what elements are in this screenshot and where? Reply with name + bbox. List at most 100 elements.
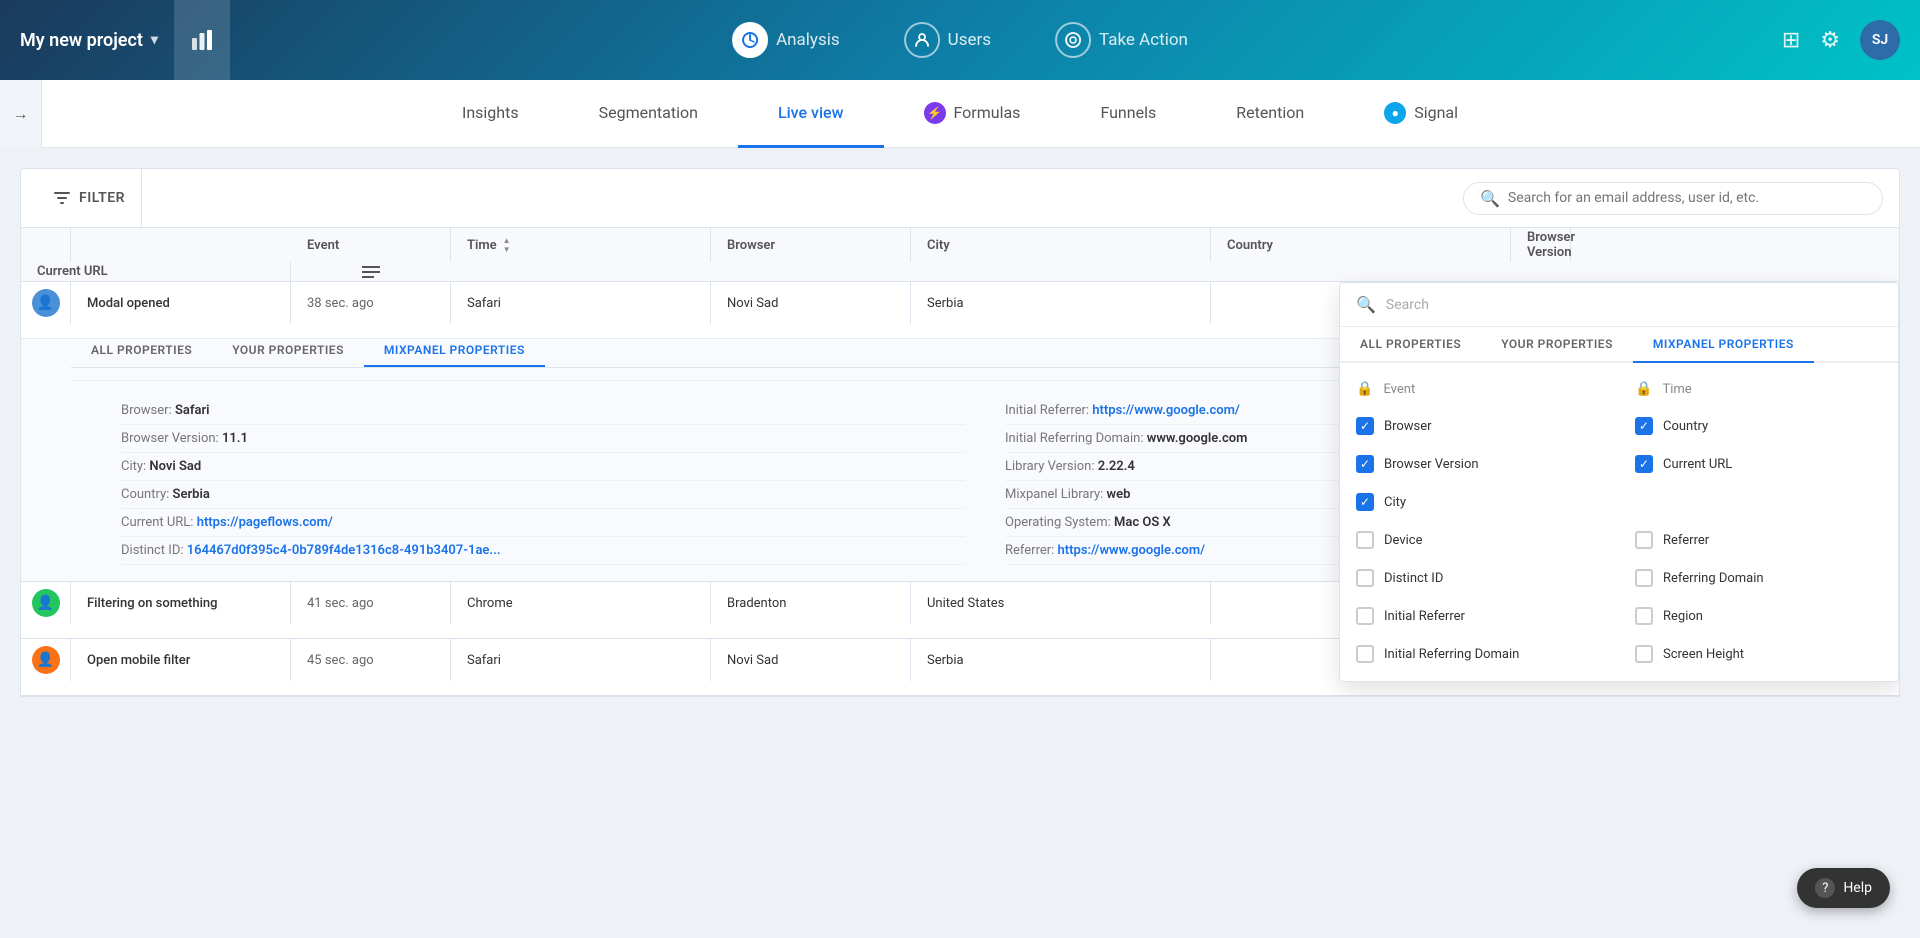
segmentation-label: Segmentation <box>599 103 698 122</box>
prop-city: City: Novi Sad <box>121 453 965 481</box>
col-picker-item-browser-version[interactable]: ✓ Browser Version <box>1340 445 1619 483</box>
nav-users[interactable]: Users <box>892 14 1003 66</box>
tab-live-view[interactable]: Live view <box>738 80 884 148</box>
nav-analysis[interactable]: Analysis <box>720 14 852 66</box>
prop-browser-version: Browser Version: 11.1 <box>121 425 965 453</box>
col-picker-item-initial-referring-domain[interactable]: Initial Referring Domain <box>1340 635 1619 673</box>
checkbox-initial-referrer[interactable] <box>1356 607 1374 625</box>
col-picker-item-city[interactable]: ✓ City <box>1340 483 1619 521</box>
users-label: Users <box>948 30 991 50</box>
col-picker-item-referrer[interactable]: Referrer <box>1619 521 1898 559</box>
td-browser-3: Safari <box>451 639 711 681</box>
search-input[interactable] <box>1508 190 1866 206</box>
filter-label: FILTER <box>79 190 125 206</box>
checkbox-device[interactable] <box>1356 531 1374 549</box>
col-picker-item-browser[interactable]: ✓ Browser <box>1340 407 1619 445</box>
td-city-3: Novi Sad <box>711 639 911 681</box>
signal-badge: ● <box>1384 102 1406 124</box>
checkbox-browser-version[interactable]: ✓ <box>1356 455 1374 473</box>
td-event-1: Modal opened <box>71 282 291 324</box>
analysis-icon <box>732 22 768 58</box>
take-action-icon <box>1055 22 1091 58</box>
user-avatar[interactable]: SJ <box>1860 20 1900 60</box>
tab-retention[interactable]: Retention <box>1196 80 1344 148</box>
td-event-3: Open mobile filter <box>71 639 291 681</box>
tab-formulas[interactable]: ⚡ Formulas <box>884 80 1061 148</box>
retention-label: Retention <box>1236 103 1304 122</box>
th-time: Time ▲▼ <box>451 228 711 262</box>
checkbox-distinct-id[interactable] <box>1356 569 1374 587</box>
checkbox-screen-height[interactable] <box>1635 645 1653 663</box>
col-picker-item-device[interactable]: Device <box>1340 521 1619 559</box>
tab-your-properties[interactable]: YOUR PROPERTIES <box>212 335 364 367</box>
col-picker-tab-all[interactable]: ALL PROPERTIES <box>1340 327 1481 361</box>
col-picker-tab-your[interactable]: YOUR PROPERTIES <box>1481 327 1633 361</box>
table-header: Event Time ▲▼ Browser City Country Brows… <box>21 228 1899 282</box>
tab-insights[interactable]: Insights <box>422 80 559 148</box>
users-icon <box>904 22 940 58</box>
col-picker-item-time: 🔒 Time <box>1619 371 1898 407</box>
row-avatar-2: 👤 <box>21 582 71 624</box>
prop-country: Country: Serbia <box>121 481 965 509</box>
checkbox-current-url[interactable]: ✓ <box>1635 455 1653 473</box>
td-col-picker-3 <box>21 681 71 695</box>
col-picker-tabs: ALL PROPERTIES YOUR PROPERTIES MIXPANEL … <box>1340 327 1898 363</box>
td-browser-1: Safari <box>451 282 711 324</box>
gear-icon[interactable]: ⚙ <box>1820 28 1840 53</box>
collapse-button[interactable]: → <box>0 80 42 148</box>
tab-segmentation[interactable]: Segmentation <box>559 80 738 148</box>
col-picker-item-distinct-id[interactable]: Distinct ID <box>1340 559 1619 597</box>
col-picker-item-initial-referrer[interactable]: Initial Referrer <box>1340 597 1619 635</box>
td-time-1: 38 sec. ago <box>291 282 451 324</box>
help-icon: ? <box>1815 878 1835 898</box>
lock-icon: 🔒 <box>1356 381 1373 397</box>
checkbox-browser[interactable]: ✓ <box>1356 417 1374 435</box>
col-picker-tab-mixpanel[interactable]: MIXPANEL PROPERTIES <box>1633 327 1814 363</box>
td-time-3: 45 sec. ago <box>291 639 451 681</box>
checkbox-initial-referring-domain[interactable] <box>1356 645 1374 663</box>
checkbox-referrer[interactable] <box>1635 531 1653 549</box>
col-picker-item-event: 🔒 Event <box>1340 371 1619 407</box>
th-browser-version: Browser Version <box>1511 228 1571 262</box>
time-sort[interactable]: ▲▼ <box>503 237 511 254</box>
col-picker-search-input[interactable] <box>1386 297 1882 313</box>
project-name: My new project <box>20 30 143 51</box>
live-view-label: Live view <box>778 103 844 122</box>
checkbox-region[interactable] <box>1635 607 1653 625</box>
props-left: Browser: Safari Browser Version: 11.1 Ci… <box>121 397 965 565</box>
td-col-picker-2 <box>21 624 71 638</box>
col-picker-icon[interactable] <box>362 266 380 278</box>
prop-browser: Browser: Safari <box>121 397 965 425</box>
project-selector[interactable]: My new project ▾ <box>20 30 158 51</box>
help-label: Help <box>1843 880 1872 896</box>
main-content: FILTER 🔍 Event Time ▲▼ Browser City Coun… <box>0 148 1920 938</box>
nav-take-action[interactable]: Take Action <box>1043 14 1200 66</box>
signal-label: Signal <box>1414 103 1458 122</box>
td-col-picker-1 <box>21 324 71 338</box>
col-picker-item-referring-domain[interactable]: Referring Domain <box>1619 559 1898 597</box>
checkbox-referring-domain[interactable] <box>1635 569 1653 587</box>
help-button[interactable]: ? Help <box>1797 868 1890 908</box>
col-picker-item-screen-height[interactable]: Screen Height <box>1619 635 1898 673</box>
nav-icon-box <box>174 0 230 80</box>
col-picker-item-current-url[interactable]: ✓ Current URL <box>1619 445 1898 483</box>
sub-navigation: → Insights Segmentation Live view ⚡ Form… <box>0 80 1920 148</box>
th-browser: Browser <box>711 228 911 262</box>
tab-funnels[interactable]: Funnels <box>1060 80 1196 148</box>
checkbox-city[interactable]: ✓ <box>1356 493 1374 511</box>
search-icon: 🔍 <box>1480 189 1500 208</box>
col-picker-item-empty <box>1619 483 1898 521</box>
insights-label: Insights <box>462 103 519 122</box>
tab-signal[interactable]: ● Signal <box>1344 80 1498 148</box>
filter-button[interactable]: FILTER <box>37 169 142 227</box>
col-picker-item-region[interactable]: Region <box>1619 597 1898 635</box>
checkbox-country[interactable]: ✓ <box>1635 417 1653 435</box>
col-picker-item-country[interactable]: ✓ Country <box>1619 407 1898 445</box>
tab-mixpanel-properties[interactable]: MIXPANEL PROPERTIES <box>364 335 545 367</box>
user-icon-1: 👤 <box>32 289 60 317</box>
grid-icon[interactable]: ⊞ <box>1782 28 1800 53</box>
filter-bar: FILTER 🔍 <box>20 168 1900 228</box>
user-icon-2: 👤 <box>32 589 60 617</box>
tab-all-properties[interactable]: ALL PROPERTIES <box>71 335 212 367</box>
th-col-picker[interactable] <box>291 262 451 281</box>
